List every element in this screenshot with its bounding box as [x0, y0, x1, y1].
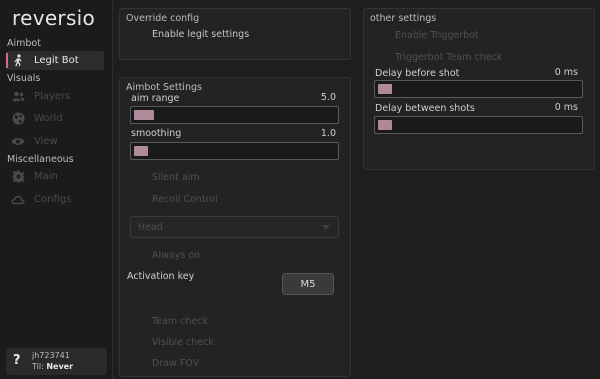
activation-key-button[interactable]: M5: [282, 273, 334, 295]
cloud-icon: [11, 193, 25, 207]
sidebar-item-label: Configs: [34, 194, 72, 205]
delay-between-value: 0 ms: [554, 102, 578, 113]
delay-before-value: 0 ms: [554, 67, 578, 78]
eye-icon: [11, 135, 25, 149]
aimbot-settings-title: Aimbot Settings: [126, 82, 202, 93]
delay-between-label: Delay between shots: [375, 103, 475, 114]
chevron-down-icon: [322, 225, 330, 230]
user-avatar: ?: [13, 353, 21, 368]
section-misc: Miscellaneous: [7, 154, 74, 165]
activation-key-label: Activation key: [127, 271, 195, 282]
delay-before-slider[interactable]: [374, 80, 583, 98]
override-config-title: Override config: [126, 13, 200, 24]
hitbox-dropdown[interactable]: Head: [130, 216, 339, 238]
aim-range-value: 5.0: [320, 92, 336, 103]
slider-fill: [378, 84, 392, 94]
gear-icon: [11, 170, 25, 184]
draw-fov-checkbox[interactable]: Draw FOV: [152, 358, 199, 369]
always-on-checkbox[interactable]: Always on: [152, 250, 200, 261]
aim-range-label: aim range: [131, 93, 180, 104]
sidebar-item-configs[interactable]: Configs: [6, 190, 104, 209]
triggerbot-team-check-checkbox[interactable]: Triggerbot Team check: [395, 52, 502, 63]
slider-fill: [134, 110, 155, 120]
sidebar-item-main[interactable]: Main: [6, 167, 104, 186]
til-label: Til:: [32, 362, 44, 371]
sidebar: reversio Aimbot Legit Bot Visuals Player…: [0, 0, 113, 379]
sidebar-item-view[interactable]: View: [6, 132, 104, 151]
globe-icon: [11, 112, 25, 126]
aim-range-slider[interactable]: [130, 106, 339, 124]
sidebar-item-label: Main: [34, 171, 58, 182]
sidebar-item-label: Players: [34, 91, 71, 102]
sidebar-item-legit-bot[interactable]: Legit Bot: [6, 51, 104, 70]
sidebar-item-label: View: [34, 136, 58, 147]
smoothing-slider[interactable]: [130, 142, 339, 160]
sidebar-item-players[interactable]: Players: [6, 87, 104, 106]
recoil-control-checkbox[interactable]: Recoil Control: [152, 194, 218, 205]
user-name: jh723741: [32, 351, 70, 360]
slider-fill: [378, 120, 392, 130]
user-subscription: Til: Never: [32, 362, 73, 371]
section-aimbot: Aimbot: [7, 38, 41, 49]
smoothing-label: smoothing: [131, 128, 182, 139]
silent-aim-checkbox[interactable]: Silent aim: [152, 172, 200, 183]
section-visuals: Visuals: [7, 73, 41, 84]
slider-fill: [134, 146, 148, 156]
running-person-icon: [11, 54, 25, 68]
til-value: Never: [46, 362, 74, 371]
team-check-checkbox[interactable]: Team check: [152, 316, 208, 327]
other-settings-title: other settings: [370, 13, 437, 24]
users-icon: [11, 90, 25, 104]
sidebar-item-label: Legit Bot: [34, 55, 79, 66]
sidebar-item-world[interactable]: World: [6, 109, 104, 128]
hitbox-selected: Head: [138, 222, 163, 233]
enable-legit-checkbox[interactable]: Enable legit settings: [152, 29, 249, 40]
delay-before-label: Delay before shot: [375, 68, 460, 79]
enable-triggerbot-checkbox[interactable]: Enable Triggerbot: [395, 30, 479, 41]
visible-check-checkbox[interactable]: Visible check: [152, 337, 214, 348]
delay-between-slider[interactable]: [374, 116, 583, 134]
smoothing-value: 1.0: [320, 128, 336, 139]
sidebar-item-label: World: [34, 113, 63, 124]
app-logo: reversio: [12, 6, 96, 30]
user-info: ? jh723741 Til: Never: [6, 348, 107, 375]
